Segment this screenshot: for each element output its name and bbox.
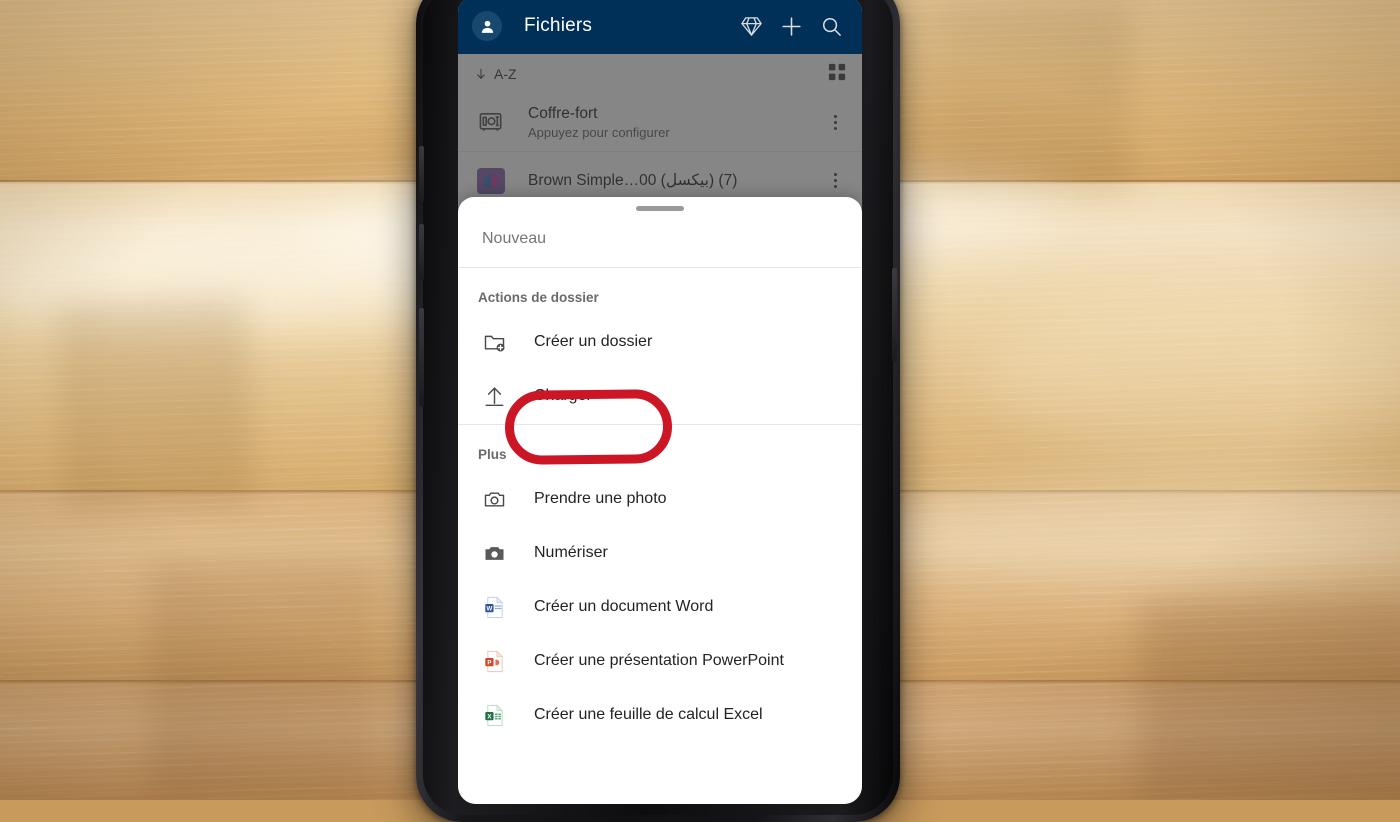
upload-arrow-icon [478, 385, 510, 408]
menu-item-create-excel[interactable]: X Créer une feuille de calcul Excel [458, 688, 862, 742]
app-bar: Fichiers [458, 0, 862, 54]
account-avatar-icon [481, 20, 493, 33]
menu-item-label: Créer une présentation PowerPoint [534, 652, 784, 669]
menu-item-create-folder[interactable]: Créer un dossier [458, 315, 862, 369]
volume-up-button[interactable] [419, 146, 424, 202]
menu-item-create-word[interactable]: W Créer un document Word [458, 580, 862, 634]
smartphone-device: Fichiers Nouveau Actions de dossier Crée… [416, 0, 900, 822]
camera-filled-icon [478, 542, 510, 565]
sheet-header: Nouveau [458, 211, 862, 268]
word-document-icon: W [478, 595, 510, 619]
excel-document-icon: X [478, 703, 510, 727]
menu-item-label: Prendre une photo [534, 490, 667, 507]
menu-item-label: Créer un document Word [534, 598, 714, 615]
svg-text:P: P [487, 659, 491, 666]
svg-text:W: W [486, 605, 492, 612]
phone-screen: Fichiers Nouveau Actions de dossier Crée… [458, 0, 862, 804]
power-button[interactable] [419, 308, 424, 406]
page-title: Fichiers [524, 15, 593, 36]
volume-down-button[interactable] [419, 224, 424, 280]
camera-outline-icon [478, 488, 510, 511]
bottom-sheet-menu: Nouveau Actions de dossier Créer un doss… [458, 197, 862, 804]
section-title-more: Plus [458, 424, 862, 472]
folder-add-icon [478, 331, 510, 354]
menu-item-scan[interactable]: Numériser [458, 526, 862, 580]
menu-item-create-powerpoint[interactable]: P Créer une présentation PowerPoint [458, 634, 862, 688]
plus-icon[interactable] [774, 9, 808, 43]
avatar[interactable] [472, 11, 502, 41]
menu-item-label: Numériser [534, 544, 608, 561]
menu-item-upload[interactable]: Charger [458, 369, 862, 423]
menu-item-label: Créer un dossier [534, 333, 653, 350]
diamond-premium-icon[interactable] [734, 9, 768, 43]
search-icon[interactable] [814, 9, 848, 43]
section-title-folder-actions: Actions de dossier [478, 290, 599, 305]
menu-item-label: Charger [534, 387, 592, 404]
menu-item-take-photo[interactable]: Prendre une photo [458, 472, 862, 526]
side-button-right[interactable] [892, 268, 897, 362]
sheet-header-label: Nouveau [482, 230, 547, 247]
menu-item-label: Créer une feuille de calcul Excel [534, 706, 763, 723]
powerpoint-document-icon: P [478, 649, 510, 673]
